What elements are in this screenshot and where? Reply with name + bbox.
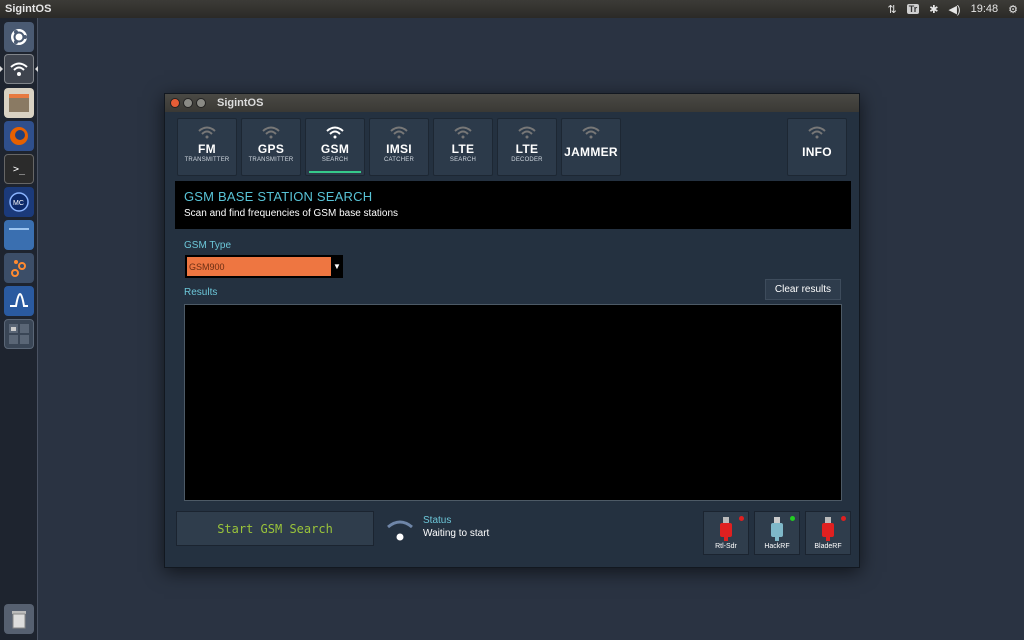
close-window-button[interactable] (170, 98, 180, 108)
tab-sublabel: CATCHER (384, 157, 414, 163)
tab-sublabel: TRANSMITTER (248, 157, 294, 163)
tab-fm-transmitter[interactable]: FM TRANSMITTER (177, 118, 237, 176)
blue-app-icon[interactable] (4, 220, 34, 250)
active-indicator-right (35, 66, 38, 72)
active-app-title: SigintOS (5, 3, 52, 15)
results-label: Results (184, 287, 218, 298)
gsm-type-value: GSM900 (187, 257, 331, 276)
chevron-down-icon: ▼ (333, 262, 341, 271)
wifi-icon (262, 126, 280, 139)
device-rtl-sdr[interactable]: Rtl-Sdr (703, 511, 749, 555)
status-dot (790, 516, 795, 521)
status-label: Status (423, 515, 452, 526)
tab-info[interactable]: INFO (787, 118, 847, 176)
tab-label: IMSI (386, 142, 412, 156)
usb-dongle-icon (771, 517, 783, 541)
section-title: GSM BASE STATION SEARCH (184, 189, 373, 204)
results-output[interactable] (184, 304, 842, 501)
window-titlebar[interactable]: SigintOS (165, 94, 859, 112)
tab-sublabel: DECODER (511, 157, 543, 163)
clock[interactable]: 19:48 (971, 3, 999, 15)
svg-text:MC: MC (13, 200, 24, 207)
start-gsm-search-button[interactable]: Start GSM Search (176, 511, 374, 546)
tab-sublabel: TRANSMITTER (184, 157, 230, 163)
tab-gsm-search[interactable]: GSM SEARCH (305, 118, 365, 176)
window-title: SigintOS (217, 97, 264, 109)
status-spinner-icon (387, 520, 413, 541)
minimize-window-button[interactable] (183, 98, 193, 108)
usb-dongle-icon (822, 517, 834, 541)
tab-sublabel: SEARCH (321, 157, 349, 163)
tab-label: INFO (802, 145, 832, 159)
tab-sublabel: SEARCH (449, 157, 477, 163)
wifi-icon (582, 126, 600, 139)
sigintos-window: SigintOS FM TRANSMITTER GPS TRANSMITTER … (164, 93, 860, 568)
volume-icon[interactable]: ◀) (948, 3, 960, 16)
tab-lte-search[interactable]: LTE SEARCH (433, 118, 493, 176)
terminal-icon[interactable]: >_ (4, 154, 34, 184)
network-transfer-icon[interactable]: ⇅ (888, 3, 897, 16)
clear-results-button[interactable]: Clear results (765, 279, 841, 300)
launcher: >_ MC (0, 18, 38, 640)
bluetooth-icon[interactable]: ✱ (929, 3, 938, 16)
section-subtitle: Scan and find frequencies of GSM base st… (184, 208, 399, 219)
gear-icon[interactable]: ⚙ (1008, 3, 1018, 16)
wifi-icon (518, 126, 536, 139)
wifi-icon[interactable] (4, 54, 34, 84)
tab-label: LTE (515, 142, 539, 156)
tab-label: JAMMER (564, 145, 618, 159)
tab-label: GPS (257, 142, 285, 156)
tab-jammer[interactable]: JAMMER (561, 118, 621, 176)
status-dot (739, 516, 744, 521)
mc-icon[interactable]: MC (4, 187, 34, 217)
gsm-type-label: GSM Type (184, 240, 232, 251)
status-dot (841, 516, 846, 521)
tab-label: GSM (320, 142, 350, 156)
top-panel: SigintOS ⇅ Tr ✱ ◀) 19:48 ⚙ (0, 0, 1024, 18)
workspaces-icon[interactable] (4, 319, 34, 349)
gsm-type-select[interactable]: GSM900 ▼ (185, 255, 343, 278)
device-label: Rtl-Sdr (715, 543, 737, 550)
trash-icon[interactable] (4, 604, 34, 634)
device-label: HackRF (764, 543, 790, 550)
device-bladerf[interactable]: BladeRF (805, 511, 851, 555)
gnuradio-icon[interactable] (4, 253, 34, 283)
wifi-icon (390, 126, 408, 139)
tab-lte-decoder[interactable]: LTE DECODER (497, 118, 557, 176)
firefox-icon[interactable] (4, 121, 34, 151)
wifi-icon (454, 126, 472, 139)
file-cabinet-icon[interactable] (4, 88, 34, 118)
waveform-icon[interactable] (4, 286, 34, 316)
device-hackrf[interactable]: HackRF (754, 511, 800, 555)
ubuntu-logo-icon[interactable] (4, 22, 34, 52)
wifi-icon (198, 126, 216, 139)
wifi-icon (808, 126, 826, 139)
active-indicator-left (0, 66, 3, 72)
tab-label: LTE (451, 142, 475, 156)
section-header: GSM BASE STATION SEARCH Scan and find fr… (175, 181, 851, 229)
keyboard-layout-indicator[interactable]: Tr (906, 4, 920, 14)
device-label: BladeRF (814, 543, 842, 550)
status-text: Waiting to start (423, 528, 490, 539)
tab-label: FM (198, 142, 216, 156)
maximize-window-button[interactable] (196, 98, 206, 108)
active-tab-underline (309, 171, 361, 173)
tab-gps-transmitter[interactable]: GPS TRANSMITTER (241, 118, 301, 176)
usb-dongle-icon (720, 517, 732, 541)
wifi-icon (326, 126, 344, 139)
tab-imsi-catcher[interactable]: IMSI CATCHER (369, 118, 429, 176)
